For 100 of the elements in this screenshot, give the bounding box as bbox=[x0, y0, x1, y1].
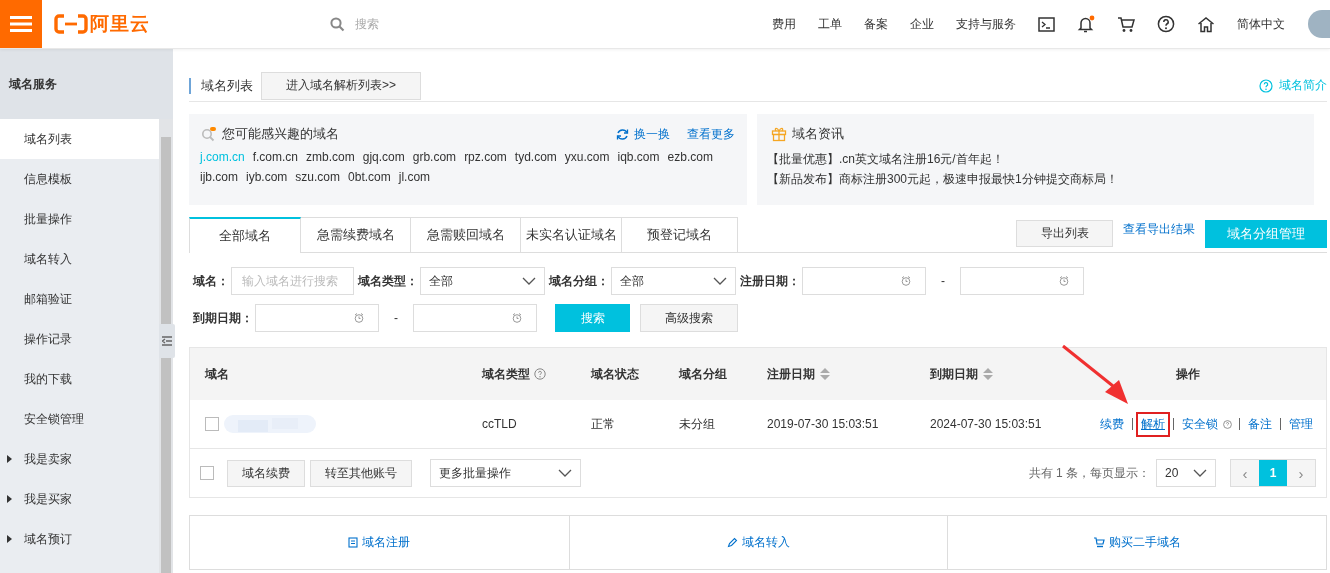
advanced-search-button[interactable]: 高级搜索 bbox=[640, 304, 738, 332]
alarm-clock-icon bbox=[1059, 276, 1069, 286]
export-button[interactable]: 导出列表 bbox=[1016, 219, 1113, 247]
select-all-checkbox[interactable] bbox=[200, 466, 214, 480]
help-icon bbox=[1259, 78, 1273, 93]
cart-icon[interactable] bbox=[1117, 15, 1135, 33]
help-icon[interactable] bbox=[1157, 15, 1175, 33]
date-field[interactable] bbox=[802, 267, 926, 295]
column-header: 域名状态 bbox=[591, 365, 639, 383]
action-link[interactable]: 管理 bbox=[1288, 415, 1314, 433]
nav-link[interactable]: 企业 bbox=[899, 15, 945, 33]
batch-button[interactable]: 域名续费 bbox=[227, 459, 305, 487]
sort-icon[interactable] bbox=[819, 366, 831, 382]
terminal-icon[interactable] bbox=[1038, 16, 1055, 32]
domain-suggestion[interactable]: ijb.com bbox=[200, 169, 238, 185]
group-dropdown[interactable]: 全部 bbox=[611, 267, 736, 295]
action-link[interactable]: 备注 bbox=[1247, 415, 1273, 433]
domain-suggestion[interactable]: grb.com bbox=[412, 149, 457, 165]
table-cell-text: 2024-07-30 15:03:51 bbox=[930, 416, 1043, 433]
quick-link[interactable]: 域名转入 bbox=[742, 534, 790, 551]
view-export-link[interactable]: 查看导出结果 bbox=[1123, 220, 1195, 238]
sort-icon[interactable] bbox=[982, 366, 994, 382]
tab[interactable]: 预登记域名 bbox=[621, 217, 738, 252]
news-item[interactable]: 【新品发布】商标注册300元起，极速申报最快1分钟提交商标局！ bbox=[767, 169, 1302, 189]
news-item[interactable]: 【批量优惠】.cn英文域名注册16元/首年起！ bbox=[767, 149, 1302, 169]
column-header: 域名分组 bbox=[679, 365, 727, 383]
collapse-button[interactable] bbox=[159, 324, 175, 358]
language-menu[interactable]: 简体中文 bbox=[1226, 15, 1296, 33]
scrollbar[interactable] bbox=[159, 119, 173, 573]
domain-suggestion[interactable]: zmb.com bbox=[306, 149, 355, 165]
domain-suggestion[interactable]: 0bt.com bbox=[348, 169, 391, 185]
alarm-clock-icon bbox=[512, 313, 522, 323]
collapse-icon bbox=[162, 336, 172, 346]
search-field[interactable]: 搜索 bbox=[353, 16, 557, 32]
sidebar-item[interactable]: 批量操作 bbox=[0, 199, 159, 239]
refresh-link[interactable]: 换一换 bbox=[634, 125, 670, 143]
tab[interactable]: 全部域名 bbox=[189, 217, 301, 253]
view-more-link[interactable]: 查看更多 bbox=[687, 125, 735, 143]
table-cell-text: ccTLD bbox=[482, 416, 518, 433]
chevron-down-icon bbox=[1193, 469, 1207, 477]
batch-button[interactable]: 转至其他账号 bbox=[310, 459, 412, 487]
domain-suggestion[interactable]: rpz.com bbox=[464, 149, 507, 165]
date-field[interactable] bbox=[413, 304, 537, 332]
row-checkbox[interactable] bbox=[205, 417, 219, 431]
alarm-clock-icon bbox=[901, 276, 911, 286]
nav-link[interactable]: 工单 bbox=[807, 15, 853, 33]
chevron-down-icon bbox=[713, 277, 727, 285]
page-size-dropdown[interactable]: 20 bbox=[1156, 459, 1216, 487]
logo-icon bbox=[54, 14, 88, 34]
action-link[interactable]: 安全锁 bbox=[1181, 415, 1219, 433]
domain-suggestion[interactable]: ezb.com bbox=[667, 149, 713, 165]
range-dash: - bbox=[941, 274, 945, 288]
gift-icon bbox=[771, 126, 787, 142]
nav-link[interactable]: 费用 bbox=[761, 15, 807, 33]
panel-title: 您可能感兴趣的域名 bbox=[222, 125, 339, 143]
column-header: 域名类型 bbox=[482, 365, 530, 383]
field-label: 域名分组： bbox=[549, 272, 609, 290]
chevron-down-icon bbox=[522, 277, 536, 285]
sidebar-item[interactable]: 安全锁管理 bbox=[0, 399, 159, 439]
sidebar-item[interactable]: 域名列表 bbox=[0, 119, 159, 159]
domain-suggestion[interactable]: iqb.com bbox=[617, 149, 660, 165]
sidebar-item[interactable]: 信息模板 bbox=[0, 159, 159, 199]
avatar[interactable] bbox=[1308, 10, 1330, 38]
quick-link[interactable]: 购买二手域名 bbox=[1109, 534, 1182, 551]
sidebar-item[interactable]: 我是买家 bbox=[0, 479, 159, 519]
date-field[interactable] bbox=[255, 304, 379, 332]
sidebar-item[interactable]: 操作记录 bbox=[0, 319, 159, 359]
sidebar-item[interactable]: 域名预订 bbox=[0, 519, 159, 559]
sidebar-item[interactable]: 域名转入 bbox=[0, 239, 159, 279]
pagination-summary: 共有 1 条，每页显示： bbox=[1028, 464, 1150, 482]
column-header: 域名 bbox=[205, 365, 229, 383]
domain-search-field[interactable]: 输入域名进行搜索 bbox=[231, 267, 354, 295]
search-icon bbox=[330, 16, 345, 32]
field-label: 注册日期： bbox=[740, 272, 800, 290]
pencil-icon bbox=[727, 537, 738, 548]
refresh-icon bbox=[616, 127, 629, 141]
sidebar-item[interactable]: 我的下载 bbox=[0, 359, 159, 399]
sidebar-item[interactable]: 邮箱验证 bbox=[0, 279, 159, 319]
domain-suggestion[interactable]: yxu.com bbox=[564, 149, 610, 165]
domain-suggestion[interactable]: tyd.com bbox=[514, 149, 557, 165]
domain-suggestion[interactable]: jl.com bbox=[398, 169, 431, 185]
domain-suggestion[interactable]: szu.com bbox=[295, 169, 341, 185]
page-title: 域名列表 bbox=[189, 77, 253, 94]
date-field[interactable] bbox=[960, 267, 1084, 295]
menu-button[interactable] bbox=[0, 0, 42, 48]
field-label: 到期日期： bbox=[193, 309, 253, 327]
sidebar-item[interactable]: 我是卖家 bbox=[0, 439, 159, 479]
domain-suggestion[interactable]: iyb.com bbox=[246, 169, 288, 185]
table-cell-text: 2019-07-30 15:03:51 bbox=[767, 416, 880, 433]
domain-suggestion[interactable]: gjq.com bbox=[362, 149, 405, 165]
nav-link[interactable]: 支持与服务 bbox=[945, 15, 1027, 33]
home-icon[interactable] bbox=[1197, 15, 1215, 33]
dns-list-button[interactable]: 进入域名解析列表>> bbox=[261, 71, 421, 100]
batch-dropdown[interactable]: 更多批量操作 bbox=[430, 459, 581, 487]
quick-link[interactable]: 域名注册 bbox=[362, 534, 411, 551]
bell-icon[interactable] bbox=[1077, 15, 1095, 33]
type-dropdown[interactable]: 全部 bbox=[420, 267, 545, 295]
nav-link[interactable]: 备案 bbox=[853, 15, 899, 33]
domain-suggestion[interactable]: f.com.cn bbox=[252, 149, 299, 165]
action-link[interactable]: 续费 bbox=[1099, 415, 1125, 433]
